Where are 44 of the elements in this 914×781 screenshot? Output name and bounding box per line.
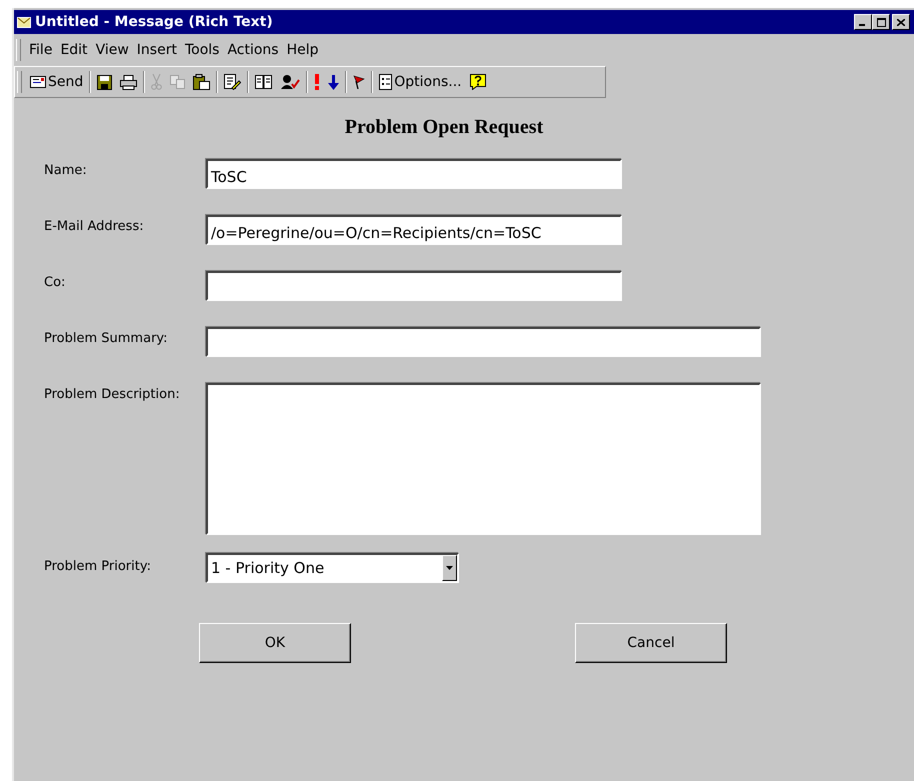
close-icon bbox=[897, 18, 905, 26]
text-field[interactable]: /o=Peregrine/ou=O/cn=Recipients/cn=ToSC bbox=[206, 215, 622, 245]
help-icon bbox=[470, 74, 486, 90]
field-label: Co: bbox=[44, 274, 66, 290]
text-field[interactable] bbox=[206, 271, 622, 301]
text-field[interactable] bbox=[206, 327, 761, 357]
dropdown[interactable]: 1 - Priority One bbox=[206, 553, 459, 583]
options-icon bbox=[379, 74, 392, 90]
down-arrow-icon bbox=[328, 74, 340, 90]
minimize-button[interactable] bbox=[854, 14, 872, 30]
field-label: Name: bbox=[44, 162, 88, 178]
field-label: Problem Priority: bbox=[44, 558, 152, 574]
form-title: Problem Open Request bbox=[344, 116, 544, 139]
field-label: Problem Summary: bbox=[44, 330, 169, 346]
close-button[interactable] bbox=[892, 14, 910, 30]
menu-item[interactable]: View bbox=[92, 42, 133, 58]
floppy-icon bbox=[97, 74, 112, 90]
scissors-icon bbox=[151, 74, 162, 90]
field-label: E-Mail Address: bbox=[44, 218, 145, 234]
menu-item[interactable]: File bbox=[25, 42, 56, 58]
document-pencil-icon bbox=[224, 74, 242, 90]
menu-item[interactable]: Tools bbox=[180, 42, 224, 58]
printer-icon bbox=[120, 74, 138, 90]
card-icon bbox=[30, 76, 46, 88]
send-button[interactable]: Send bbox=[26, 70, 88, 94]
menu-item[interactable]: Help bbox=[282, 42, 323, 58]
cancel-button[interactable]: Cancel bbox=[575, 623, 727, 663]
field-label: Problem Description: bbox=[44, 386, 181, 402]
maximize-button[interactable] bbox=[872, 14, 890, 30]
options-button[interactable]: Options... bbox=[375, 70, 466, 94]
menu-item[interactable]: Insert bbox=[132, 42, 181, 58]
text-field[interactable]: ToSC bbox=[206, 159, 622, 189]
ok-button[interactable]: OK bbox=[199, 623, 351, 663]
book-icon bbox=[255, 75, 272, 89]
flag-icon bbox=[353, 75, 366, 89]
window-title: Untitled - Message (Rich Text) bbox=[35, 14, 274, 30]
envelope-icon bbox=[17, 16, 31, 28]
menu-item[interactable]: Edit bbox=[56, 42, 92, 58]
person-check-icon bbox=[280, 74, 300, 90]
copy-icon bbox=[170, 75, 186, 89]
exclamation-icon bbox=[314, 74, 320, 90]
menu-item[interactable]: Actions bbox=[223, 42, 283, 58]
maximize-icon bbox=[876, 18, 886, 26]
clipboard-icon bbox=[193, 74, 210, 90]
